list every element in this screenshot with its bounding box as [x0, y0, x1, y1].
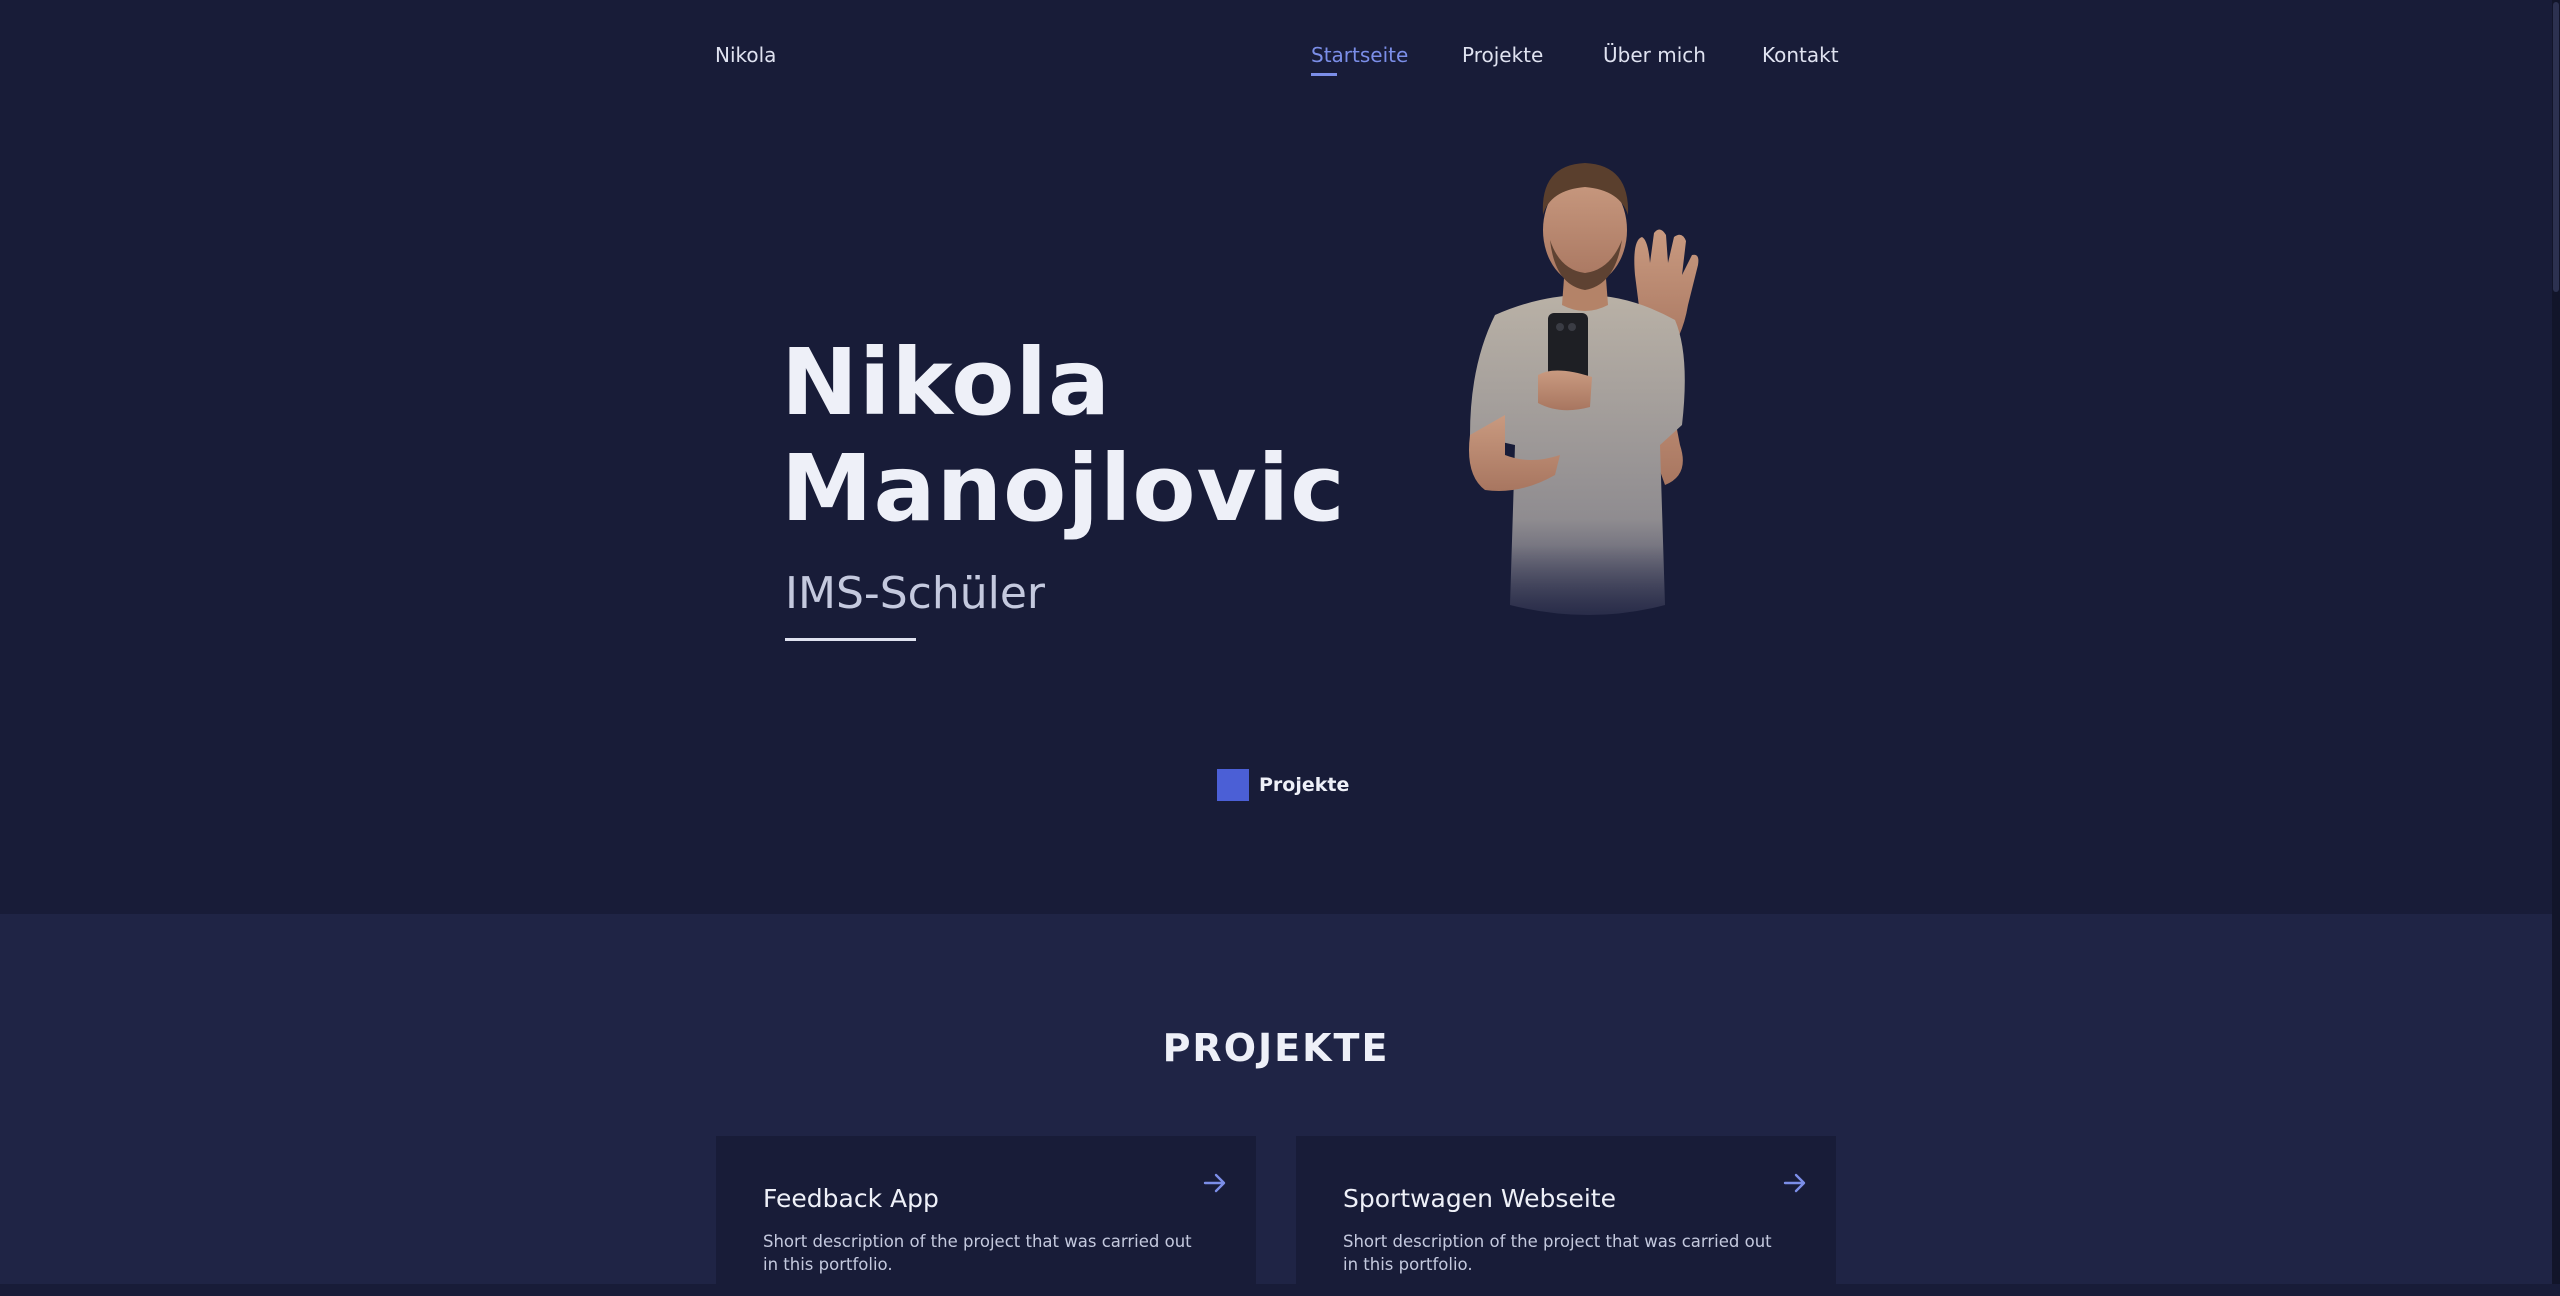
role-underline	[785, 638, 916, 641]
project-card-description: Short description of the project that wa…	[1343, 1232, 1772, 1274]
projects-section: PROJEKTE Feedback App Short description …	[0, 914, 2552, 1296]
active-nav-underline	[1311, 73, 1337, 76]
cta-square-icon	[1217, 769, 1249, 801]
nav-link-ueber-mich[interactable]: Über mich	[1603, 43, 1706, 67]
page-scrollbar[interactable]	[2552, 0, 2560, 1284]
project-card-feedback-app[interactable]: Feedback App Short description of the pr…	[716, 1136, 1256, 1296]
project-card-title: Sportwagen Webseite	[1343, 1184, 1616, 1213]
top-navigation: Nikola Startseite Projekte Über mich Kon…	[0, 0, 2552, 110]
project-card-title: Feedback App	[763, 1184, 939, 1213]
hero-first-name: Nikola	[781, 329, 1112, 436]
nav-link-startseite[interactable]: Startseite	[1311, 43, 1409, 76]
hero-last-name: Manojlovic	[781, 435, 1346, 542]
arrow-right-icon[interactable]	[1202, 1170, 1228, 1196]
arrow-right-icon[interactable]	[1782, 1170, 1808, 1196]
cta-label: Projekte	[1259, 774, 1350, 796]
person-waving-photo	[1410, 163, 1760, 675]
hero-section: Nikola Manojlovic IMS-Schüler Projekte	[0, 0, 2552, 914]
brand-logo[interactable]: Nikola	[715, 43, 776, 67]
hero-name: Nikola Manojlovic	[781, 330, 1346, 542]
nav-link-label: Startseite	[1311, 43, 1409, 67]
projects-heading: PROJEKTE	[1162, 1026, 1390, 1070]
project-card-description: Short description of the project that wa…	[763, 1232, 1192, 1274]
hero-role: IMS-Schüler	[785, 568, 1046, 619]
projects-cta-button[interactable]: Projekte	[1217, 769, 1349, 801]
nav-link-kontakt[interactable]: Kontakt	[1762, 43, 1839, 67]
nav-link-projekte[interactable]: Projekte	[1462, 43, 1543, 67]
scrollbar-thumb[interactable]	[2553, 2, 2559, 292]
project-card-sportwagen-webseite[interactable]: Sportwagen Webseite Short description of…	[1296, 1136, 1836, 1296]
